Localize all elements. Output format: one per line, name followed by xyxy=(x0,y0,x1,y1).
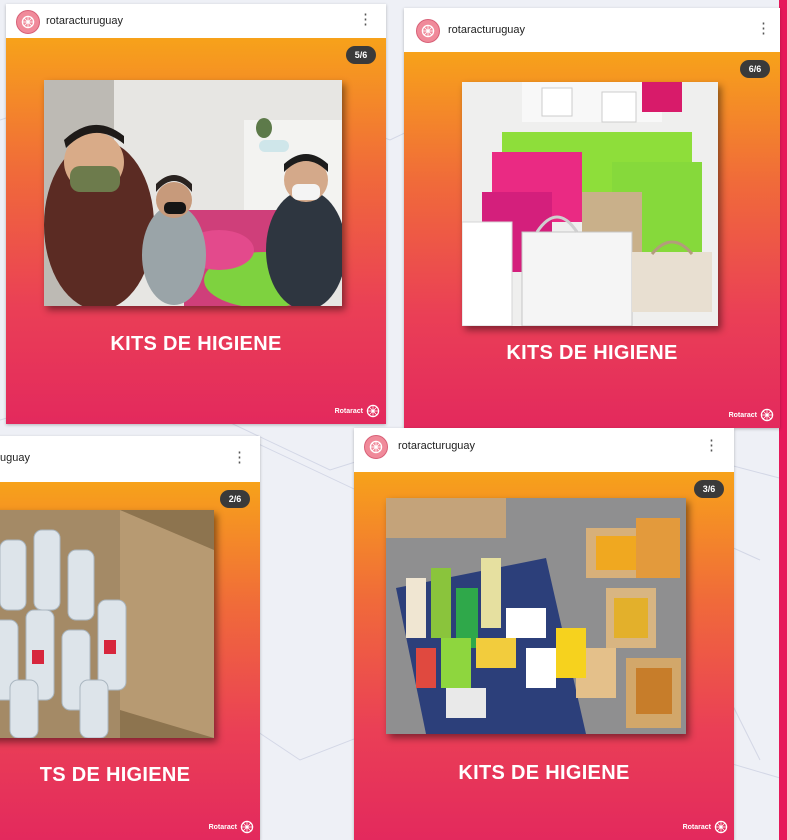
username[interactable]: rotaracturuguay xyxy=(448,24,525,36)
post-photo xyxy=(386,498,686,734)
post-photo xyxy=(0,510,214,738)
rotary-wheel-icon xyxy=(760,408,774,422)
rotaract-logo: Rotaract xyxy=(209,820,254,834)
post-caption: KITS DE HIGIENE xyxy=(506,342,678,364)
carousel-slide[interactable]: 5/6 KITS DE HIGIENE Rotaract xyxy=(6,38,386,424)
rotary-wheel-icon xyxy=(240,820,254,834)
profile-avatar[interactable] xyxy=(16,10,40,34)
post-card[interactable]: rotaracturuguay ⋮ 5/6 KITS DE HIGIENE Ro… xyxy=(6,4,386,424)
slide-counter: 3/6 xyxy=(694,480,724,498)
post-caption: TS DE HIGIENE xyxy=(39,764,191,786)
rotaract-logo: Rotaract xyxy=(683,820,728,834)
rotaract-logo: Rotaract xyxy=(729,408,774,422)
rotary-wheel-icon xyxy=(714,820,728,834)
rotary-wheel-icon xyxy=(421,24,435,38)
post-header: uguay ⋮ xyxy=(0,436,260,482)
carousel-slide[interactable]: 3/6 KITS DE HIGIENE Rotaract xyxy=(354,472,734,840)
post-caption: KITS DE HIGIENE xyxy=(458,762,630,784)
rotary-wheel-icon xyxy=(369,440,383,454)
username[interactable]: rotaracturuguay xyxy=(46,15,123,27)
more-options-icon[interactable]: ⋮ xyxy=(232,450,247,465)
post-card[interactable]: rotaracturuguay ⋮ 3/6 KITS DE HIGIENE Ro… xyxy=(354,428,734,840)
post-card[interactable]: uguay ⋮ 2/6 TS DE HIGIENE Rotaract xyxy=(0,436,260,840)
post-card[interactable]: rotaracturuguay ⋮ 6/6 KITS DE HIGIENE Ro… xyxy=(404,8,780,428)
more-options-icon[interactable]: ⋮ xyxy=(704,438,719,453)
post-header: rotaracturuguay ⋮ xyxy=(354,428,734,472)
more-options-icon[interactable]: ⋮ xyxy=(358,12,373,27)
slide-counter: 2/6 xyxy=(220,490,250,508)
accent-bar xyxy=(779,0,787,840)
rotary-wheel-icon xyxy=(366,404,380,418)
post-caption: KITS DE HIGIENE xyxy=(110,333,282,355)
carousel-slide[interactable]: 6/6 KITS DE HIGIENE Rotaract xyxy=(404,52,780,428)
post-header: rotaracturuguay ⋮ xyxy=(6,4,386,38)
slide-counter: 6/6 xyxy=(740,60,770,78)
profile-avatar[interactable] xyxy=(416,19,440,43)
carousel-slide[interactable]: 2/6 TS DE HIGIENE Rotaract xyxy=(0,482,260,840)
username[interactable]: uguay xyxy=(0,452,30,464)
slide-counter: 5/6 xyxy=(346,46,376,64)
post-header: rotaracturuguay ⋮ xyxy=(404,8,780,52)
username[interactable]: rotaracturuguay xyxy=(398,440,475,452)
rotary-wheel-icon xyxy=(21,15,35,29)
profile-avatar[interactable] xyxy=(364,435,388,459)
more-options-icon[interactable]: ⋮ xyxy=(756,21,771,36)
rotaract-logo: Rotaract xyxy=(335,404,380,418)
post-photo xyxy=(44,80,342,306)
post-photo xyxy=(462,82,718,326)
